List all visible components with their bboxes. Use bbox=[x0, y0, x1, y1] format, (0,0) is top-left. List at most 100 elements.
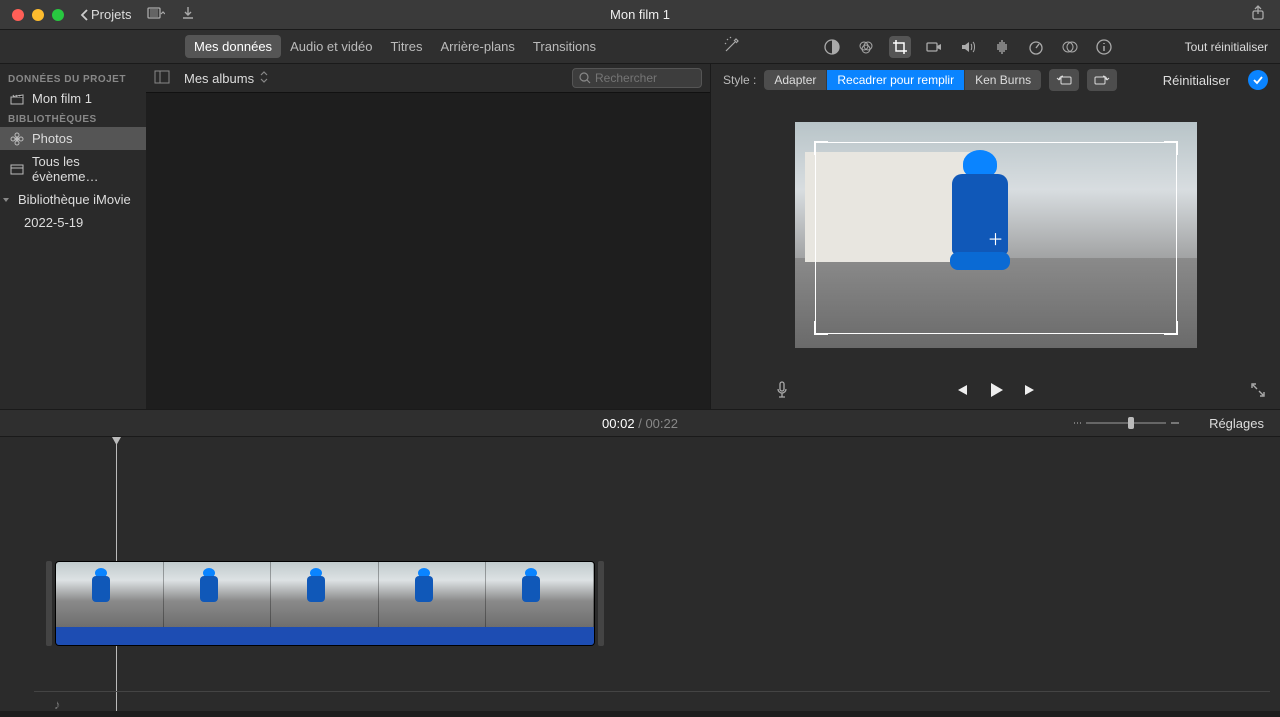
crop-fill-button[interactable]: Recadrer pour remplir bbox=[827, 70, 965, 90]
speed-icon[interactable] bbox=[1025, 36, 1047, 58]
crop-icon[interactable] bbox=[889, 36, 911, 58]
prev-frame-button[interactable] bbox=[953, 383, 969, 400]
project-title: Mon film 1 bbox=[610, 7, 670, 22]
crop-toolbar: Style : Adapter Recadrer pour remplir Ke… bbox=[711, 64, 1280, 96]
back-label: Projets bbox=[91, 7, 131, 22]
project-data-header: DONNÉES DU PROJET bbox=[0, 70, 146, 87]
sidebar-item-imovie-library[interactable]: Bibliothèque iMovie bbox=[0, 188, 146, 211]
disclosure-triangle-icon[interactable] bbox=[2, 196, 10, 204]
zoom-tick-icon bbox=[1170, 418, 1180, 428]
event-date-label: 2022-5-19 bbox=[24, 215, 83, 230]
stabilization-icon[interactable] bbox=[923, 36, 945, 58]
close-window-button[interactable] bbox=[12, 9, 24, 21]
enhance-wand-icon[interactable] bbox=[723, 36, 741, 57]
color-correction-icon[interactable] bbox=[855, 36, 877, 58]
reset-all-button[interactable]: Tout réinitialiser bbox=[1185, 40, 1268, 54]
timeline-settings-button[interactable]: Réglages bbox=[1209, 416, 1264, 431]
crop-handle-tl[interactable] bbox=[814, 141, 828, 155]
playback-controls bbox=[711, 373, 1280, 409]
noise-reduction-icon[interactable] bbox=[991, 36, 1013, 58]
color-balance-icon[interactable] bbox=[821, 36, 843, 58]
clapper-icon bbox=[10, 93, 24, 105]
zoom-thumb[interactable] bbox=[1128, 417, 1134, 429]
tab-titles[interactable]: Titres bbox=[381, 35, 431, 58]
total-time: 00:22 bbox=[645, 416, 678, 431]
timeline[interactable]: ♪ bbox=[0, 437, 1280, 717]
video-clip[interactable] bbox=[55, 561, 595, 646]
photos-label: Photos bbox=[32, 131, 72, 146]
crop-handle-br[interactable] bbox=[1164, 321, 1178, 335]
rotate-ccw-button[interactable] bbox=[1049, 69, 1079, 91]
rotate-cw-button[interactable] bbox=[1087, 69, 1117, 91]
sidebar: DONNÉES DU PROJET Mon film 1 BIBLIOTHÈQU… bbox=[0, 64, 146, 409]
music-note-icon: ♪ bbox=[54, 697, 61, 712]
media-browser: Mes albums bbox=[146, 64, 710, 409]
current-time: 00:02 bbox=[602, 416, 635, 431]
share-button[interactable] bbox=[1250, 5, 1266, 24]
timecode-bar: 00:02 / 00:22 Réglages bbox=[0, 409, 1280, 437]
updown-icon bbox=[260, 71, 268, 86]
info-icon[interactable] bbox=[1093, 36, 1115, 58]
all-events-label: Tous les évèneme… bbox=[32, 154, 136, 184]
search-input[interactable] bbox=[595, 71, 685, 85]
back-to-projects-button[interactable]: Projets bbox=[80, 7, 131, 22]
clip-trim-right-handle[interactable] bbox=[598, 561, 604, 646]
download-icon[interactable] bbox=[181, 6, 195, 23]
volume-icon[interactable] bbox=[957, 36, 979, 58]
tab-transitions[interactable]: Transitions bbox=[524, 35, 605, 58]
viewer-panel: Style : Adapter Recadrer pour remplir Ke… bbox=[711, 64, 1280, 409]
crop-style-segmented: Adapter Recadrer pour remplir Ken Burns bbox=[764, 70, 1041, 90]
crop-handle-bl[interactable] bbox=[814, 321, 828, 335]
zoom-tick-icon bbox=[1072, 418, 1082, 428]
fullscreen-button[interactable] bbox=[1250, 382, 1266, 401]
voiceover-mic-button[interactable] bbox=[775, 381, 789, 402]
clip-trim-left-handle[interactable] bbox=[46, 561, 52, 646]
import-media-icon[interactable] bbox=[147, 6, 165, 23]
imovie-library-label: Bibliothèque iMovie bbox=[18, 192, 131, 207]
clip-filter-icon[interactable] bbox=[1059, 36, 1081, 58]
time-separator: / bbox=[638, 416, 642, 431]
libraries-header: BIBLIOTHÈQUES bbox=[0, 110, 146, 127]
crop-rectangle[interactable]: ＋ bbox=[815, 142, 1177, 334]
sidebar-item-all-events[interactable]: Tous les évèneme… bbox=[0, 150, 146, 188]
main-toolbar: Mes données Audio et vidéo Titres Arrièr… bbox=[0, 30, 1280, 64]
photos-flower-icon bbox=[10, 132, 24, 146]
sidebar-item-project[interactable]: Mon film 1 bbox=[0, 87, 146, 110]
sidebar-item-event-date[interactable]: 2022-5-19 bbox=[0, 211, 146, 234]
crop-center-icon: ＋ bbox=[987, 226, 1003, 250]
style-label: Style : bbox=[723, 73, 756, 87]
calendar-icon bbox=[10, 163, 24, 175]
window-controls bbox=[0, 9, 64, 21]
project-name-label: Mon film 1 bbox=[32, 91, 92, 106]
next-frame-button[interactable] bbox=[1023, 383, 1039, 400]
clip-thumbnail bbox=[164, 562, 272, 627]
zoom-slider[interactable] bbox=[1072, 418, 1180, 428]
list-mode-button[interactable] bbox=[154, 70, 170, 87]
crop-reset-button[interactable]: Réinitialiser bbox=[1163, 73, 1230, 88]
tab-audio-video[interactable]: Audio et vidéo bbox=[281, 35, 381, 58]
tab-my-data[interactable]: Mes données bbox=[185, 35, 281, 58]
clip-thumbnail bbox=[379, 562, 487, 627]
ken-burns-button[interactable]: Ken Burns bbox=[965, 70, 1041, 90]
crop-handle-tr[interactable] bbox=[1164, 141, 1178, 155]
video-frame: ＋ bbox=[795, 122, 1197, 348]
clip-thumbnail bbox=[271, 562, 379, 627]
crop-fit-button[interactable]: Adapter bbox=[764, 70, 827, 90]
browser-content bbox=[146, 93, 710, 409]
sidebar-item-photos[interactable]: Photos bbox=[0, 127, 146, 150]
titlebar: Projets Mon film 1 bbox=[0, 0, 1280, 30]
tab-backgrounds[interactable]: Arrière-plans bbox=[432, 35, 524, 58]
minimize-window-button[interactable] bbox=[32, 9, 44, 21]
viewer-area[interactable]: ＋ bbox=[711, 96, 1280, 373]
album-selected-label: Mes albums bbox=[184, 71, 254, 86]
play-button[interactable] bbox=[987, 381, 1005, 402]
crop-apply-button[interactable] bbox=[1248, 70, 1268, 90]
album-dropdown[interactable]: Mes albums bbox=[178, 69, 274, 88]
clip-thumbnail bbox=[486, 562, 594, 627]
search-icon bbox=[579, 72, 591, 84]
clip-audio-waveform[interactable] bbox=[56, 627, 594, 646]
maximize-window-button[interactable] bbox=[52, 9, 64, 21]
clip-thumbnails bbox=[56, 562, 594, 627]
search-field[interactable] bbox=[572, 68, 702, 88]
clip-thumbnail bbox=[56, 562, 164, 627]
